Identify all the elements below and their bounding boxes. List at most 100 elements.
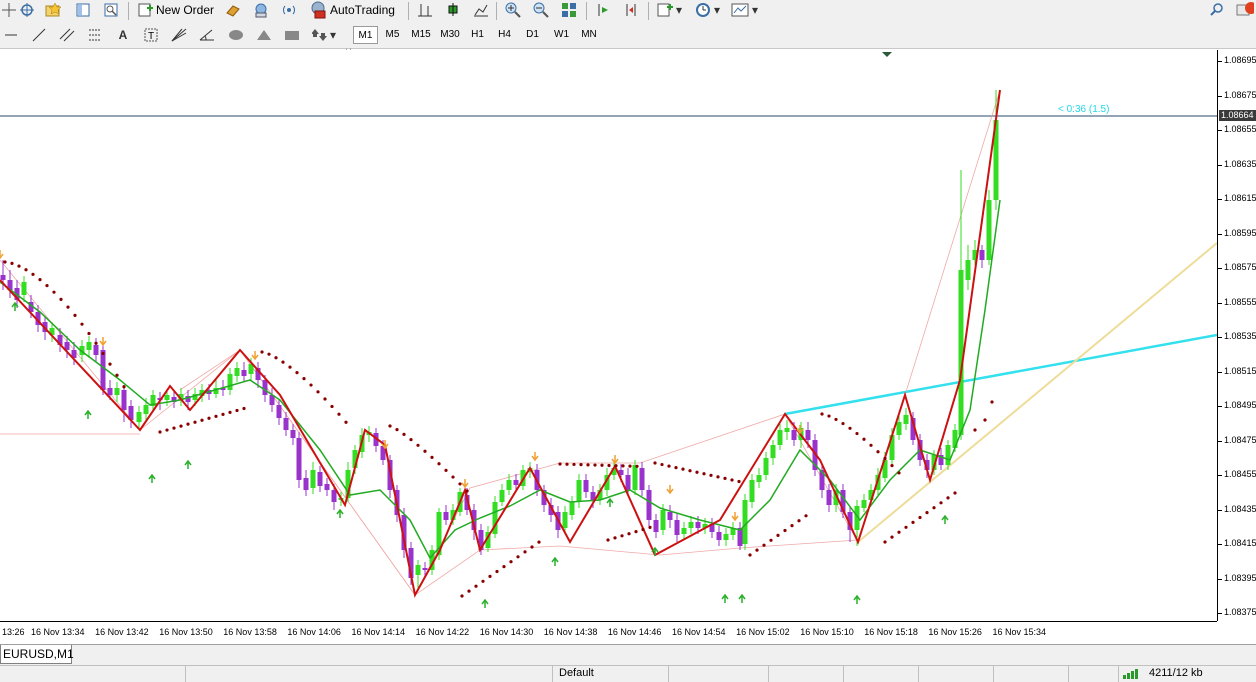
triangle-icon[interactable] [255, 26, 273, 44]
timeframe-m30[interactable]: M30 [436, 26, 464, 44]
history-icon[interactable] [252, 1, 270, 19]
price-tick [1218, 164, 1222, 166]
search-icon[interactable] [1208, 1, 1226, 19]
arrows-icon[interactable] [311, 26, 329, 44]
timeframe-mn[interactable]: MN [576, 26, 602, 44]
sar-dot [918, 515, 922, 520]
templates-dropdown-icon[interactable]: ▾ [750, 1, 760, 19]
candle-countdown: < 0:36 (1.5) [1058, 104, 1110, 115]
zoom-out-icon[interactable] [532, 1, 550, 19]
candle-body [143, 405, 149, 414]
sar-dot [509, 560, 513, 564]
bar-chart-icon[interactable] [416, 1, 434, 19]
fractal-down-arrow [481, 598, 489, 608]
price-label: 1.08635 [1224, 158, 1256, 169]
line-chart-icon[interactable] [472, 1, 490, 19]
sar-dot [762, 543, 766, 547]
sar-dot [395, 428, 399, 432]
price-tick [1218, 475, 1222, 476]
candle-body [660, 510, 666, 530]
horizontal-line-icon[interactable] [2, 26, 20, 44]
arrows-dropdown-icon[interactable]: ▾ [328, 26, 338, 44]
trendline-icon[interactable] [30, 26, 48, 44]
sar-dot [330, 404, 334, 409]
timeframe-m1[interactable]: M1 [353, 26, 378, 44]
tile-windows-icon[interactable] [560, 1, 578, 19]
time-axis[interactable]: 13:26 16 Nov 13:34 16 Nov 13:42 16 Nov 13:5… [0, 621, 1217, 644]
sar-dot [437, 462, 441, 466]
candle-body [121, 390, 127, 410]
price-axis[interactable]: 1.08695 1.08675 1.08655 1.08635 1.08615 1.085… [1217, 50, 1256, 621]
periods-dropdown-icon[interactable]: ▾ [712, 1, 722, 19]
timeframe-w1[interactable]: W1 [548, 26, 575, 44]
move-icon[interactable] [18, 1, 36, 19]
status-help-cell [185, 666, 553, 682]
new-order-button[interactable]: New Order [137, 0, 214, 20]
chart-shift-icon[interactable] [594, 1, 612, 19]
market-watch-icon[interactable] [224, 1, 242, 19]
sar-dot [207, 416, 211, 420]
sar-dot [323, 397, 327, 401]
price-tick [1218, 578, 1222, 580]
candle-body [331, 490, 337, 502]
chart-canvas[interactable] [0, 50, 1218, 636]
timeframe-h1[interactable]: H1 [465, 26, 490, 44]
rectangle-icon[interactable] [283, 26, 301, 44]
auto-scroll-icon[interactable] [622, 1, 640, 19]
autotrading-button[interactable]: AutoTrading [309, 0, 395, 20]
price-label: 1.08375 [1224, 607, 1256, 617]
candle-body [569, 502, 575, 515]
sar-dot [274, 356, 278, 360]
price-label: 1.08655 [1224, 124, 1256, 134]
equidistant-channel-icon[interactable] [58, 26, 76, 44]
indicators-icon[interactable] [656, 1, 674, 19]
angle-icon[interactable] [198, 26, 216, 44]
candle-body [695, 522, 701, 528]
sar-dot [388, 424, 392, 428]
sar-dot [848, 426, 852, 430]
status-profile: Default [559, 667, 594, 679]
candle-body [674, 520, 680, 535]
timeframe-d1[interactable]: D1 [520, 26, 545, 44]
notifications-icon[interactable] [1236, 1, 1254, 19]
sar-dot [755, 548, 759, 552]
sar-dot [80, 322, 84, 326]
templates-icon[interactable] [731, 1, 749, 19]
price-tick [1218, 95, 1222, 97]
indicators-dropdown-icon[interactable]: ▾ [674, 1, 684, 19]
candle-body [296, 438, 302, 480]
price-label: 1.08675 [1224, 89, 1256, 100]
sar-dot [66, 305, 70, 309]
favorites-icon[interactable] [44, 1, 62, 19]
candle-body [896, 422, 902, 435]
time-label: 16 Nov 13:58 [223, 627, 277, 637]
zoom-window-icon[interactable] [102, 1, 120, 19]
ellipse-icon[interactable] [227, 26, 245, 44]
text-label-icon[interactable]: T [142, 26, 160, 44]
sar-dot [737, 479, 741, 484]
timeframe-m15[interactable]: M15 [407, 26, 435, 44]
sar-dot [242, 406, 246, 411]
fibonacci-icon[interactable] [86, 26, 104, 44]
sar-dot [723, 476, 727, 480]
sar-dot [641, 527, 645, 532]
navigator-icon[interactable] [74, 1, 92, 19]
gann-fan-icon[interactable] [170, 26, 188, 44]
time-label: 16 Nov 14:30 [479, 627, 534, 637]
price-chart[interactable] [0, 50, 1218, 636]
sar-dot [179, 424, 183, 428]
sar-dot [193, 420, 197, 424]
candlestick-icon[interactable] [444, 1, 462, 19]
periods-icon[interactable] [694, 1, 712, 19]
time-label: 16 Nov 13:50 [159, 627, 213, 637]
sar-dot [430, 455, 434, 459]
signals-icon[interactable] [280, 1, 298, 19]
crosshair-icon[interactable] [0, 1, 18, 19]
zoom-in-icon[interactable] [504, 1, 522, 19]
chart-tab-eurusd[interactable]: EURUSD,M1 [0, 645, 74, 664]
text-icon[interactable]: A [114, 26, 132, 44]
sar-dot [783, 528, 787, 533]
timeframe-m5[interactable]: M5 [380, 26, 405, 44]
sar-dot [416, 443, 420, 447]
timeframe-h4[interactable]: H4 [492, 26, 517, 44]
